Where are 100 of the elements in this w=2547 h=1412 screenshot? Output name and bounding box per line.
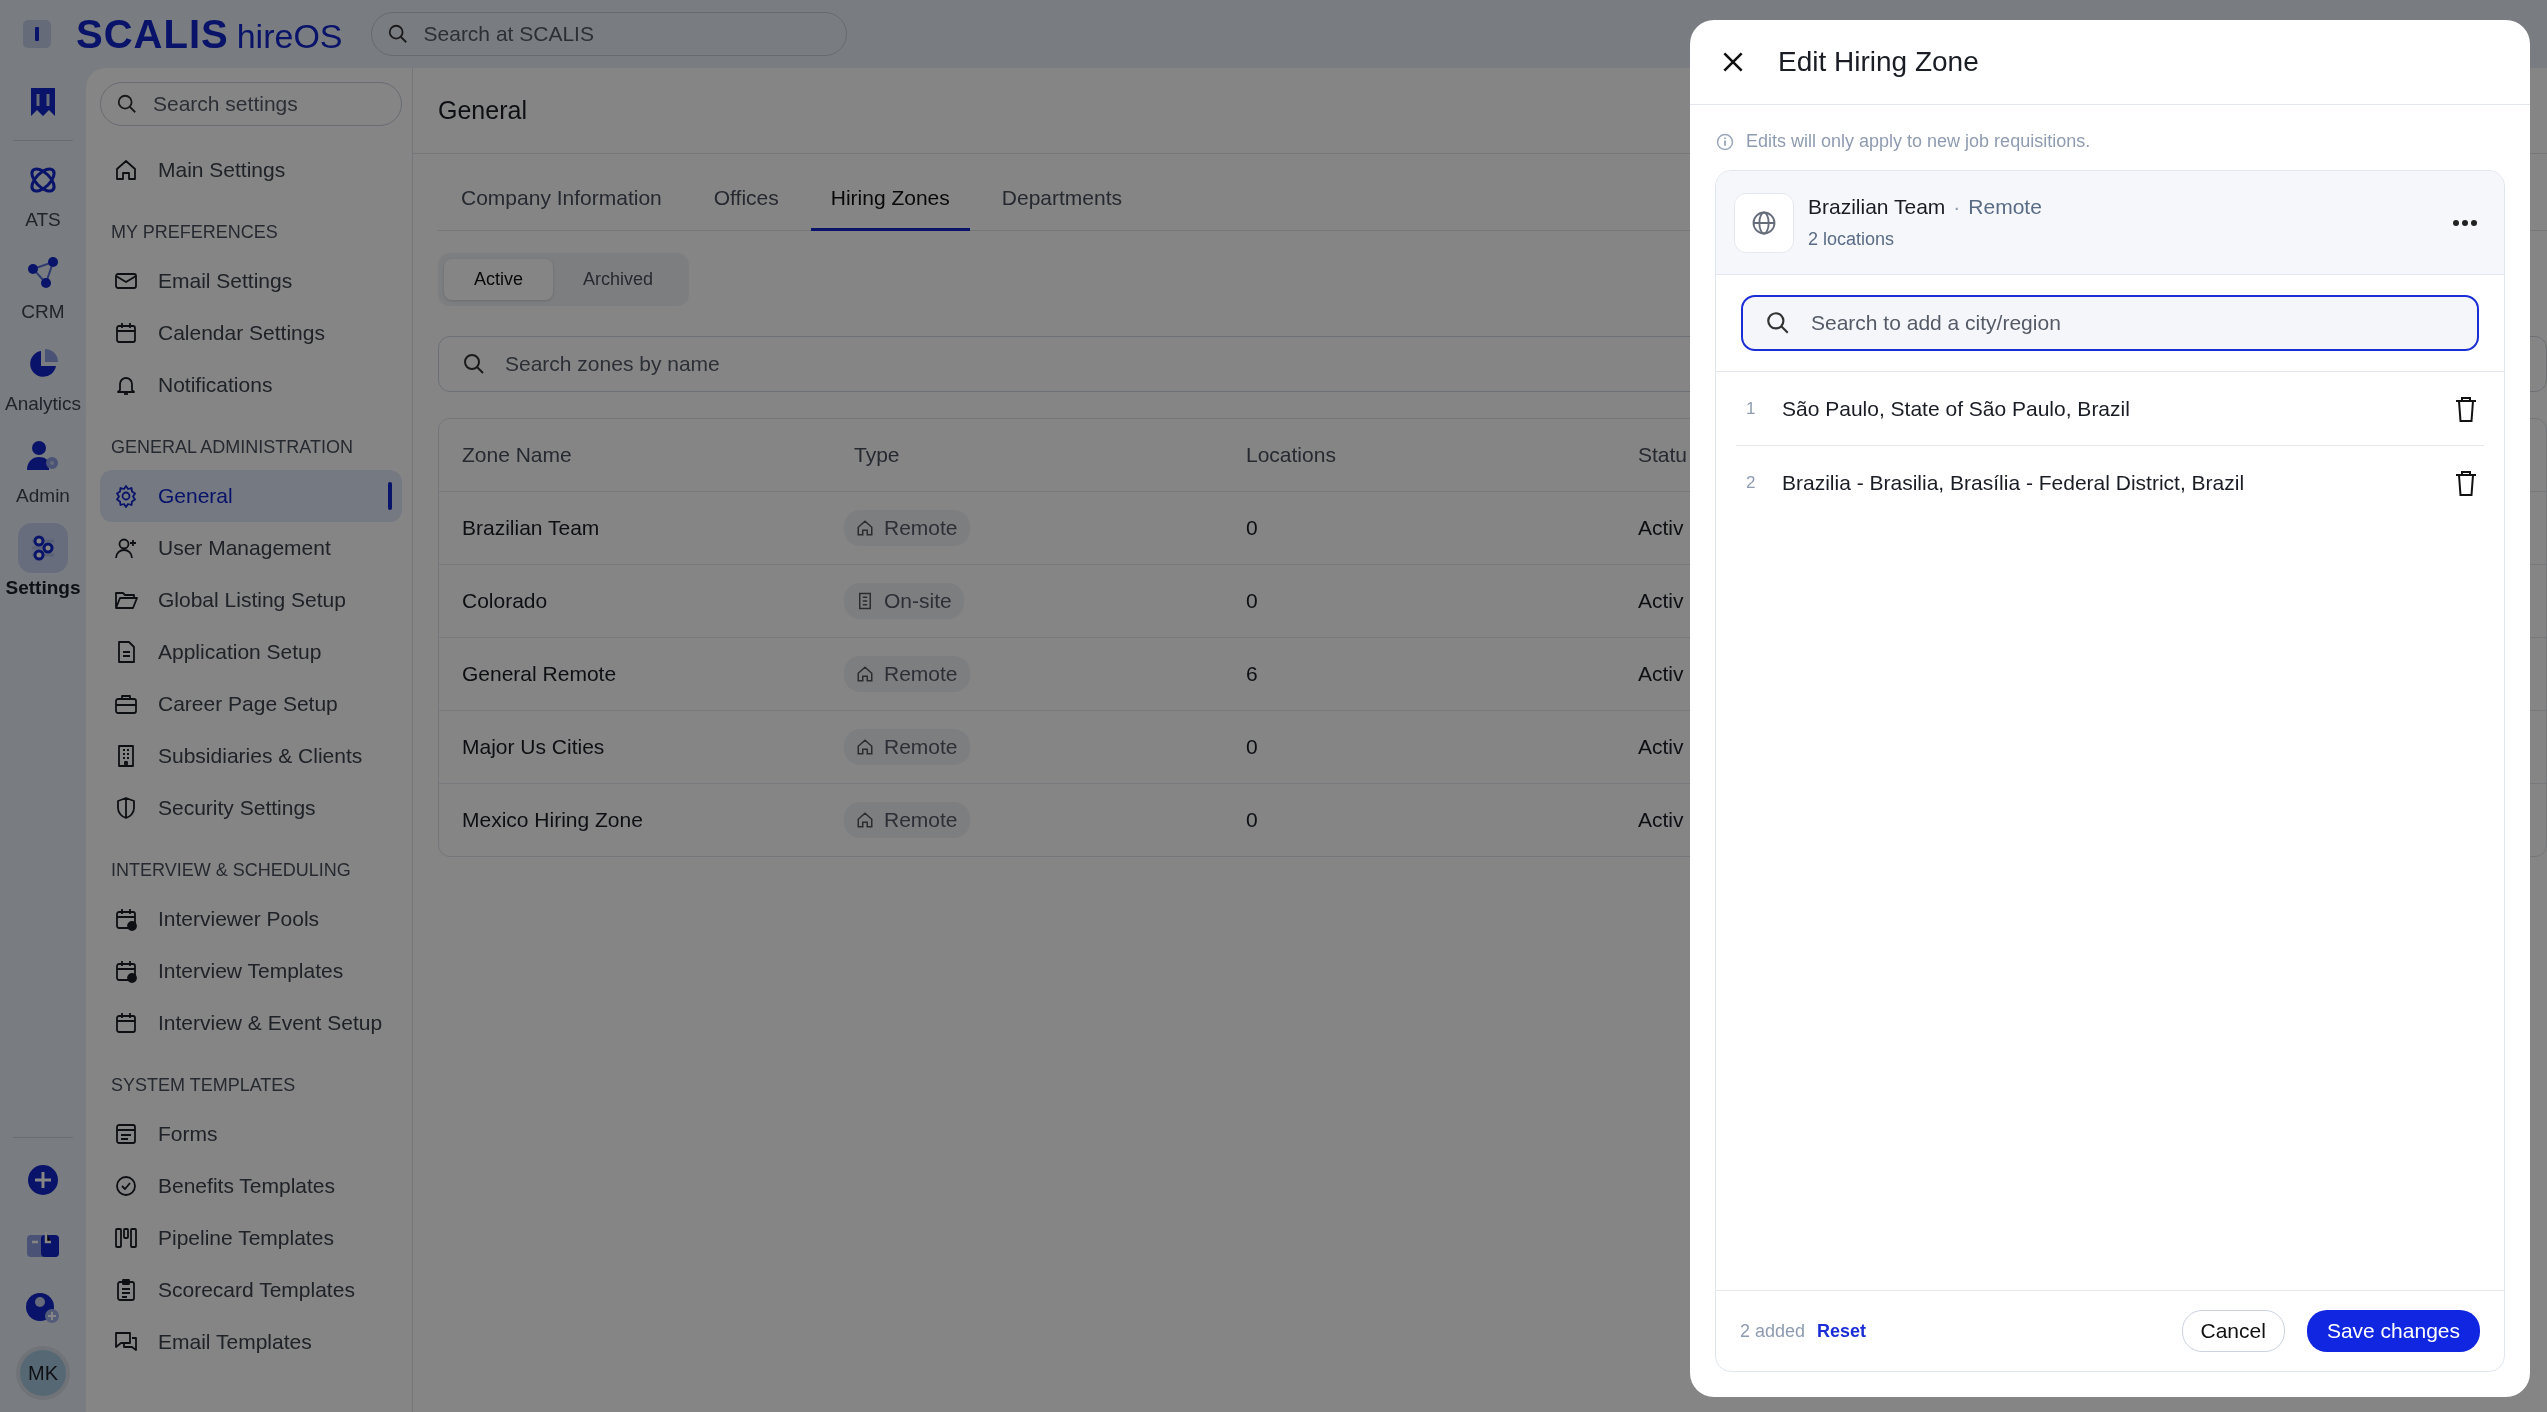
tab[interactable]: Offices [693,176,799,231]
type-label: Remote [884,807,958,832]
delete-icon[interactable] [2454,394,2478,423]
home-icon [856,737,874,756]
settings-nav-item[interactable]: Subsidiaries & Clients [100,730,402,782]
location-name: São Paulo, State of São Paulo, Brazil [1782,396,2131,421]
section-heading: INTERVIEW & SCHEDULING [110,859,352,882]
gear-icon [114,484,138,508]
plus-icon[interactable] [27,1164,59,1196]
home-icon [114,158,138,182]
row-number: 1 [1746,398,1757,419]
section-heading: GENERAL ADMINISTRATION [110,436,355,459]
settings-nav-item[interactable]: Interview & Event Setup [100,997,402,1049]
home-icon [856,518,874,537]
table-cell-text: 0 [1246,807,1259,832]
table-cell-text: Activ [1638,515,1685,540]
settings-nav-item[interactable]: Main Settings [100,144,402,196]
tab[interactable]: Departments [981,176,1142,231]
rail-nav-item[interactable]: Settings [3,523,83,599]
table-cell-text: Major Us Cities [462,734,606,759]
settings-nav-item[interactable]: Global Listing Setup [100,574,402,626]
settings-nav-item[interactable]: Interviewer Pools [100,893,402,945]
calendar-icon [114,321,138,345]
section-heading: MY PREFERENCES [110,221,279,244]
search-icon [116,93,138,115]
table-cell-text: Mexico Hiring Zone [462,807,644,832]
logo-product: hireOS [236,16,343,56]
globe-icon [1734,192,1794,253]
tab[interactable]: Hiring Zones [810,176,970,231]
settings-nav-item[interactable]: Benefits Templates [100,1160,402,1212]
home-icon [856,664,874,683]
info-icon [1716,132,1734,151]
filter-option[interactable]: Active [444,258,554,300]
table-cell-text: 0 [1246,588,1259,613]
settings-nav-item[interactable]: Career Page Setup [100,678,402,730]
building-icon [856,591,874,610]
rail-nav-item[interactable]: ATS [3,155,83,231]
location-count: 2 locations [1808,229,1896,250]
table-cell-text: Activ [1638,588,1685,613]
badge-check-icon [114,1174,138,1198]
search-icon [462,351,486,376]
mailbox-icon[interactable] [26,1230,60,1258]
settings-nav-item[interactable]: Forms [100,1108,402,1160]
table-cell-text: Brazilian Team [462,515,601,540]
user-avatar[interactable]: MK [16,1346,70,1400]
rail-nav-item[interactable]: Analytics [3,339,83,415]
save-button[interactable]: Save changes [2306,1310,2480,1352]
type-label: Remote [884,661,958,686]
bookmark-icon[interactable] [28,86,58,118]
settings-nav-item[interactable]: Calendar Settings [100,307,402,359]
settings-nav-item[interactable]: Email Templates [100,1316,402,1368]
settings-nav-item[interactable]: Application Setup [100,626,402,678]
cancel-button[interactable]: Cancel [2181,1310,2285,1352]
settings-nav-item[interactable]: Security Settings [100,782,402,834]
city-search-field[interactable]: Search to add a city/region [1741,295,2479,351]
location-name: Brazilia - Brasilia, Brasília - Federal District, Brazil [1782,470,2246,495]
separator-dot: · [1953,195,1961,219]
user-add-icon[interactable] [25,1292,61,1324]
settings-nav-item[interactable]: Notifications [100,359,402,411]
section-heading: SYSTEM TEMPLATES [110,1074,297,1097]
type-label: On-site [884,588,952,613]
table-cell-text: General Remote [462,661,618,686]
chat-icon [114,1330,138,1354]
delete-icon[interactable] [2454,468,2478,497]
zone-name: Brazilian Team [1808,195,1946,219]
settings-nav-item[interactable]: Pipeline Templates [100,1212,402,1264]
table-cell-text: Colorado [462,588,549,613]
form-icon [114,1122,138,1146]
clipboard-icon [114,1278,138,1302]
reset-link[interactable]: Reset [1817,1320,1867,1342]
info-note: Edits will only apply to new job requisitions. [1746,131,2091,152]
calendar-icon [114,1011,138,1035]
column-header: Statu [1638,442,1689,467]
table-cell-text: Activ [1638,661,1685,686]
table-cell-text: Activ [1638,807,1685,832]
settings-nav-item[interactable]: Email Settings [100,255,402,307]
filter-option[interactable]: Archived [553,258,684,300]
user-add-icon [114,536,138,560]
table-cell-text: Activ [1638,734,1685,759]
briefcase-icon [114,692,138,716]
row-number: 2 [1746,472,1757,493]
shield-icon [114,796,138,820]
settings-nav-item[interactable]: User Management [100,522,402,574]
settings-search-field[interactable]: Search settings [100,82,402,126]
search-icon [386,23,409,45]
table-cell-text: 0 [1246,734,1259,759]
column-header: Zone Name [462,442,573,467]
settings-nav-item[interactable]: Interview Templates [100,945,402,997]
more-icon[interactable] [2452,218,2478,227]
column-header: Type [854,442,901,467]
tab[interactable]: Company Information [441,176,682,231]
settings-nav-item[interactable]: General [100,470,402,522]
global-search-field[interactable]: Search at SCALIS [370,12,847,56]
home-icon [856,810,874,829]
logo-brand: SCALIS [76,11,229,57]
rail-nav-item[interactable]: Admin [3,431,83,507]
sidebar-toggle-icon[interactable] [22,19,52,49]
table-cell-text: 0 [1246,515,1259,540]
rail-nav-item[interactable]: CRM [3,247,83,323]
settings-nav-item[interactable]: Scorecard Templates [100,1264,402,1316]
